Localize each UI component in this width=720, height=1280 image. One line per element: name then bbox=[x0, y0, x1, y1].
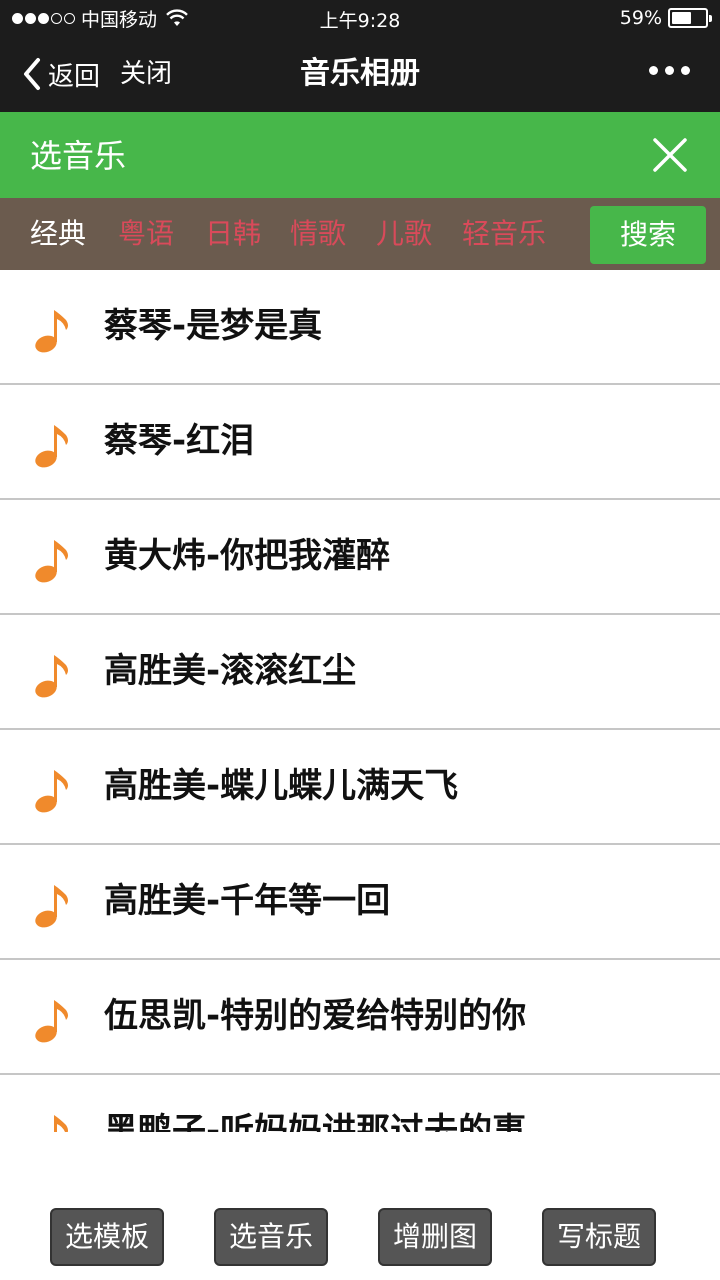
song-item[interactable]: 黑鸭子-听妈妈讲那过去的事 bbox=[0, 1075, 720, 1132]
category-tab-love-songs[interactable]: 情歌 bbox=[290, 214, 346, 254]
category-tab-kids-songs[interactable]: 儿歌 bbox=[376, 214, 432, 254]
write-caption-button[interactable]: 写标题 bbox=[542, 1208, 656, 1266]
status-right: 59% bbox=[619, 6, 712, 30]
music-note-icon bbox=[54, 1115, 68, 1132]
song-item[interactable]: 黄大炜-你把我灌醉 bbox=[0, 500, 720, 615]
music-note-icon bbox=[35, 655, 68, 698]
bottom-toolbar: 选模板 选音乐 增删图 写标题 bbox=[0, 1132, 720, 1280]
song-item[interactable]: 高胜美-千年等一回 bbox=[0, 845, 720, 960]
nav-bar: 返回 关闭 音乐相册 bbox=[0, 36, 720, 112]
music-note-icon bbox=[35, 540, 68, 583]
music-note-icon bbox=[35, 885, 68, 928]
battery-fill bbox=[672, 12, 691, 24]
choose-music-button[interactable]: 选音乐 bbox=[214, 1208, 328, 1266]
choose-template-button[interactable]: 选模板 bbox=[50, 1208, 164, 1266]
song-list[interactable]: 蔡琴-是梦是真 蔡琴-红泪 黄大炜-你把我灌醉 高胜美-滚滚红尘 高胜美-蝶儿蝶… bbox=[0, 270, 720, 1132]
music-note-icon bbox=[35, 1000, 68, 1043]
page-title: 音乐相册 bbox=[300, 56, 420, 91]
category-tab-classic[interactable]: 经典 bbox=[30, 214, 86, 254]
search-button[interactable]: 搜索 bbox=[590, 206, 706, 264]
status-bar: 中国移动 上午9:28 59% bbox=[0, 0, 720, 36]
close-icon[interactable] bbox=[652, 137, 688, 173]
song-title: 黑鸭子-听妈妈讲那过去的事 bbox=[104, 1111, 527, 1132]
song-title: 高胜美-滚滚红尘 bbox=[104, 651, 357, 691]
battery-percent: 59% bbox=[619, 7, 662, 29]
song-title: 高胜美-千年等一回 bbox=[104, 881, 391, 921]
category-tab-light-music[interactable]: 轻音乐 bbox=[462, 214, 546, 254]
music-note-icon bbox=[35, 310, 68, 353]
music-note-icon bbox=[35, 425, 68, 468]
music-picker-header: 选音乐 bbox=[0, 112, 720, 198]
more-options-icon[interactable] bbox=[649, 66, 690, 75]
song-item[interactable]: 高胜美-蝶儿蝶儿满天飞 bbox=[0, 730, 720, 845]
edit-images-button[interactable]: 增删图 bbox=[378, 1208, 492, 1266]
song-item[interactable]: 蔡琴-是梦是真 bbox=[0, 270, 720, 385]
song-title: 蔡琴-是梦是真 bbox=[104, 306, 323, 346]
song-item[interactable]: 高胜美-滚滚红尘 bbox=[0, 615, 720, 730]
battery-icon bbox=[668, 8, 712, 28]
picker-title: 选音乐 bbox=[30, 137, 127, 175]
category-tab-cantonese[interactable]: 粤语 bbox=[118, 214, 174, 254]
song-title: 黄大炜-你把我灌醉 bbox=[104, 536, 391, 576]
song-title: 伍思凯-特别的爱给特别的你 bbox=[104, 996, 527, 1036]
song-title: 蔡琴-红泪 bbox=[104, 421, 255, 461]
category-tab-japanese-korean[interactable]: 日韩 bbox=[205, 214, 261, 254]
music-note-icon bbox=[35, 770, 68, 813]
song-item[interactable]: 伍思凯-特别的爱给特别的你 bbox=[0, 960, 720, 1075]
song-title: 高胜美-蝶儿蝶儿满天飞 bbox=[104, 766, 459, 806]
status-time: 上午9:28 bbox=[319, 10, 401, 32]
song-item[interactable]: 蔡琴-红泪 bbox=[0, 385, 720, 500]
